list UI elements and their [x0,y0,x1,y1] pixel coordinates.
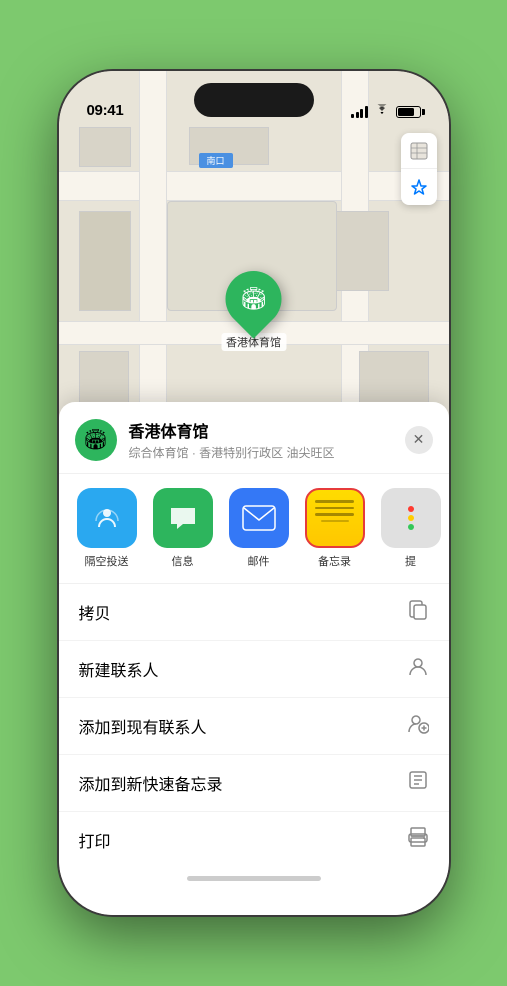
place-header: 🏟 香港体育馆 综合体育馆 · 香港特别行政区 油尖旺区 ✕ [59,402,449,474]
phone-frame: 09:41 [59,71,449,915]
action-new-contact[interactable]: 新建联系人 [59,641,449,698]
map-label-south: 南口 [199,153,233,168]
share-item-mail[interactable]: 邮件 [227,488,291,569]
action-add-notes[interactable]: 添加到新快速备忘录 [59,755,449,812]
more-label: 提 [405,553,416,569]
share-item-more[interactable]: 提 [379,488,443,569]
action-print[interactable]: 打印 [59,812,449,868]
map-type-button[interactable] [401,133,437,169]
share-item-airdrop[interactable]: 隔空投送 [75,488,139,569]
dynamic-island [194,83,314,117]
place-description: 综合体育馆 · 香港特别行政区 油尖旺区 [129,444,405,461]
action-add-existing-label: 添加到现有联系人 [79,714,207,738]
messages-label: 信息 [172,553,194,569]
add-notes-icon [407,769,429,797]
status-icons [351,104,421,119]
place-icon: 🏟 [75,419,117,461]
airdrop-icon [77,488,137,548]
location-button[interactable] [401,169,437,205]
more-icon [381,488,441,548]
share-item-notes[interactable]: 备忘录 [303,488,367,569]
airdrop-label: 隔空投送 [85,553,129,569]
battery-icon [396,106,421,118]
signal-icon [351,106,368,118]
add-existing-icon [407,712,429,740]
bottom-sheet: 🏟 香港体育馆 综合体育馆 · 香港特别行政区 油尖旺区 ✕ [59,402,449,915]
close-button[interactable]: ✕ [405,426,433,454]
map-controls [401,133,437,205]
action-new-contact-label: 新建联系人 [79,657,159,681]
home-indicator [187,876,321,881]
phone-screen: 09:41 [59,71,449,915]
venue-pin: 🏟 香港体育馆 [221,271,286,351]
action-copy[interactable]: 拷贝 [59,584,449,641]
share-actions-row: 隔空投送 信息 [59,474,449,584]
action-copy-label: 拷贝 [79,600,111,624]
wifi-icon [374,104,390,119]
action-print-label: 打印 [79,828,111,852]
notes-icon [305,488,365,548]
mail-label: 邮件 [248,553,270,569]
notes-label: 备忘录 [318,553,351,569]
copy-icon [407,598,429,626]
new-contact-icon [407,655,429,683]
mail-icon [229,488,289,548]
action-list: 拷贝 新建联系人 [59,584,449,868]
messages-icon [153,488,213,548]
place-name: 香港体育馆 [129,418,405,442]
share-item-messages[interactable]: 信息 [151,488,215,569]
status-time: 09:41 [87,102,124,119]
action-add-notes-label: 添加到新快速备忘录 [79,771,223,795]
print-icon [407,826,429,854]
place-info: 香港体育馆 综合体育馆 · 香港特别行政区 油尖旺区 [129,418,405,461]
action-add-existing[interactable]: 添加到现有联系人 [59,698,449,755]
